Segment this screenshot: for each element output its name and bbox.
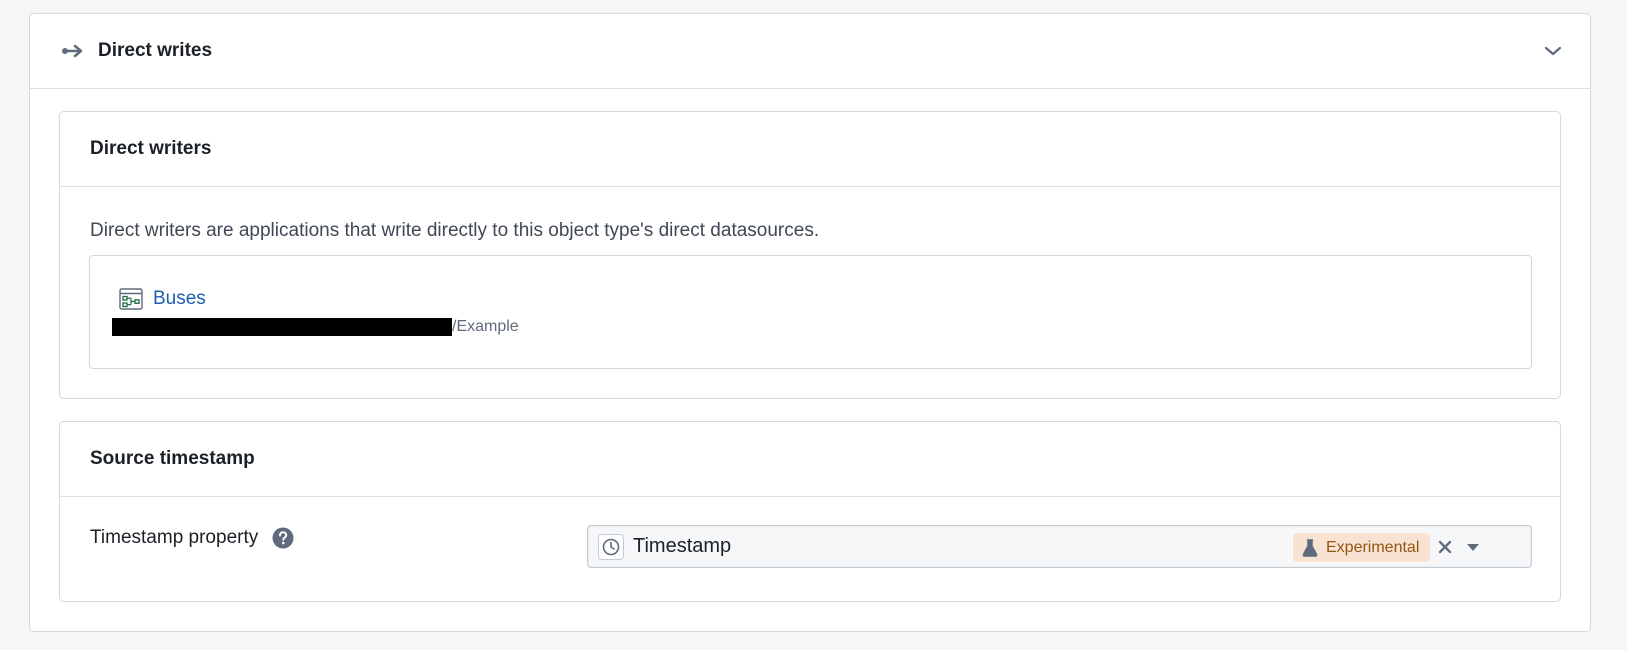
panel-header[interactable]: Direct writes [30, 14, 1590, 89]
application-icon [119, 288, 143, 310]
clock-icon [598, 533, 624, 560]
redacted-path [112, 318, 452, 336]
caret-down-icon[interactable] [1464, 538, 1482, 556]
select-value: Timestamp [633, 535, 732, 557]
source-timestamp-card: Source timestamp Timestamp property Time… [59, 421, 1561, 602]
direct-writers-description: Direct writers are applications that wri… [90, 220, 820, 241]
direct-writers-title: Direct writers [60, 112, 1560, 187]
flask-icon [1302, 538, 1318, 557]
timestamp-property-row: Timestamp property [90, 527, 294, 549]
close-icon[interactable] [1436, 538, 1454, 556]
timestamp-property-label: Timestamp property [90, 527, 259, 548]
experimental-tag-label: Experimental [1326, 538, 1420, 556]
help-circle-icon[interactable] [272, 527, 294, 549]
chevron-down-icon[interactable] [1544, 42, 1562, 60]
writer-list: Buses /Example [89, 255, 1532, 369]
source-timestamp-title: Source timestamp [60, 422, 1560, 497]
experimental-tag: Experimental [1293, 533, 1431, 562]
arrow-right-icon [60, 43, 86, 59]
direct-writes-panel: Direct writes Direct writers Direct writ… [29, 13, 1591, 632]
writer-name: Buses [153, 288, 206, 309]
writer-link-buses[interactable]: Buses [119, 288, 206, 310]
direct-writers-card: Direct writers Direct writers are applic… [59, 111, 1561, 399]
writer-path: /Example [112, 318, 519, 336]
timestamp-property-select[interactable]: Timestamp Experimental [587, 525, 1532, 568]
writer-path-suffix: /Example [452, 318, 519, 335]
panel-title: Direct writes [98, 40, 213, 61]
